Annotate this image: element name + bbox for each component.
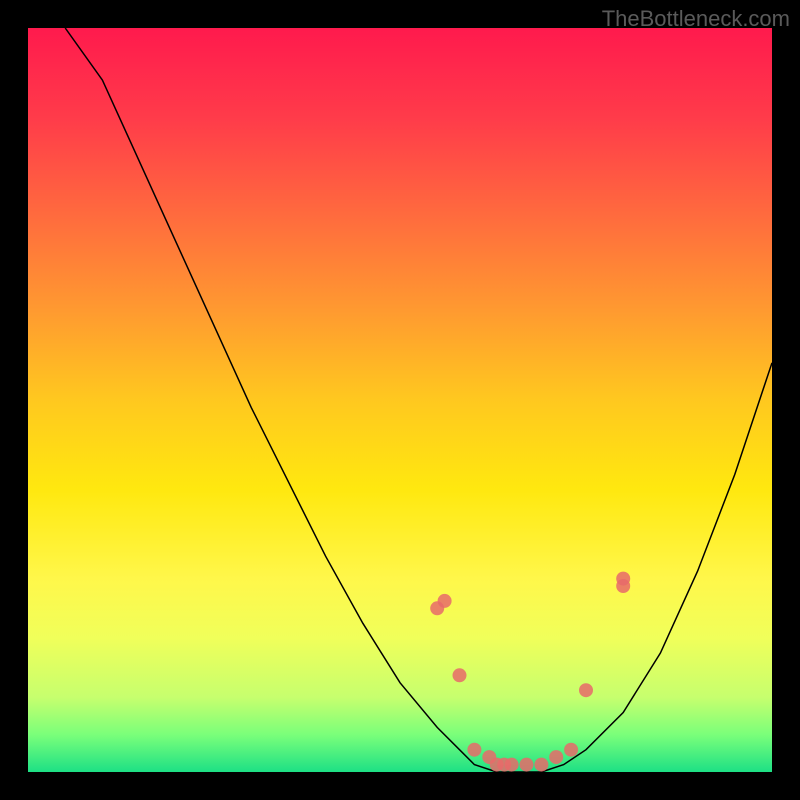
data-point xyxy=(453,668,467,682)
data-point xyxy=(549,750,563,764)
data-point xyxy=(579,683,593,697)
plot-area xyxy=(28,28,772,772)
data-point xyxy=(616,572,630,586)
data-points xyxy=(430,572,630,772)
data-point xyxy=(534,758,548,772)
data-point xyxy=(505,758,519,772)
data-point xyxy=(438,594,452,608)
watermark-text: TheBottleneck.com xyxy=(602,6,790,32)
chart-frame: TheBottleneck.com xyxy=(0,0,800,800)
data-point xyxy=(467,743,481,757)
bottleneck-curve xyxy=(28,28,772,772)
data-point xyxy=(520,758,534,772)
data-point xyxy=(564,743,578,757)
curve-path xyxy=(65,28,772,772)
